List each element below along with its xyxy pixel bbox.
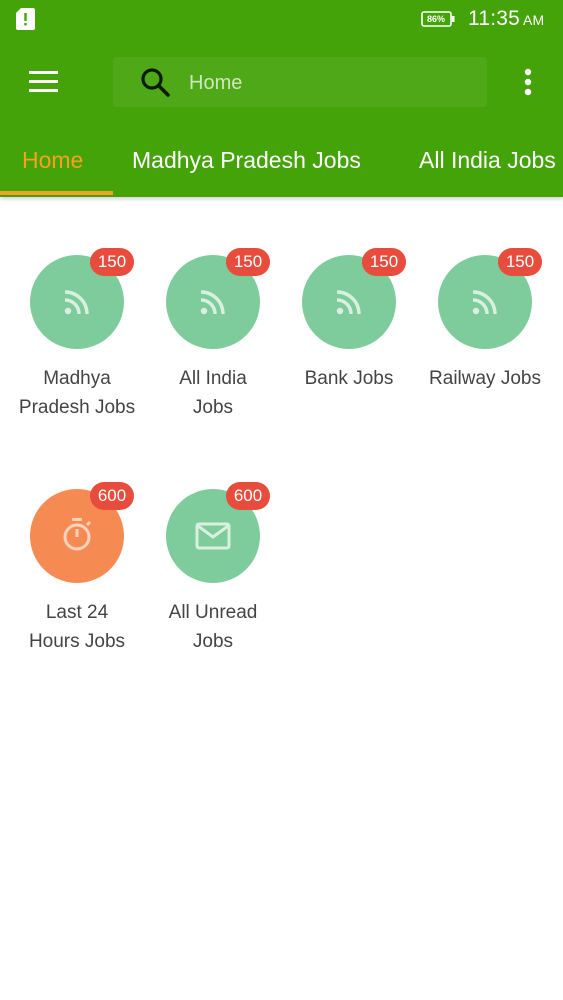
count-badge: 150: [226, 248, 270, 276]
status-bar: 86% 11:35 AM: [0, 0, 563, 40]
search-box[interactable]: [113, 57, 487, 107]
count-badge: 150: [90, 248, 134, 276]
count-badge: 600: [226, 482, 270, 510]
count-badge: 150: [362, 248, 406, 276]
tab-bar: Home Madhya Pradesh Jobs All India Jobs: [0, 128, 563, 197]
count-badge: 600: [90, 482, 134, 510]
rss-feed-icon: [472, 290, 497, 315]
category-bank-jobs[interactable]: 150 Bank Jobs: [281, 248, 417, 428]
tab-home[interactable]: Home: [22, 147, 83, 174]
clock-time: 11:35: [468, 7, 520, 30]
category-label-line1: Last 24: [45, 602, 109, 623]
battery-percent: 86%: [426, 14, 445, 24]
category-label-line1: Madhya: [43, 368, 111, 389]
active-tab-indicator: [0, 191, 113, 195]
search-icon: [141, 68, 170, 97]
more-vert-icon: [524, 68, 532, 96]
hamburger-menu-icon: [29, 71, 58, 92]
category-label-line1: Bank Jobs: [304, 368, 394, 389]
category-label-line1: Railway Jobs: [429, 368, 541, 389]
category-madhya-pradesh-jobs[interactable]: 150 Madhya Pradesh Jobs: [9, 248, 145, 428]
category-label-line2: Pradesh Jobs: [18, 397, 136, 418]
clock: 11:35 AM: [468, 7, 544, 32]
rss-feed-icon: [200, 290, 225, 315]
clock-ampm: AM: [523, 12, 545, 28]
tab-madhya-pradesh-jobs[interactable]: Madhya Pradesh Jobs: [132, 147, 361, 174]
mail-icon: [195, 522, 231, 550]
sim-alert-icon: [16, 8, 35, 30]
category-label-line2: Jobs: [192, 631, 234, 652]
more-options-button[interactable]: [512, 64, 544, 100]
category-all-india-jobs[interactable]: 150 All India Jobs: [145, 248, 281, 428]
category-label-line2: Jobs: [192, 397, 234, 418]
category-all-unread-jobs[interactable]: 600 All Unread Jobs: [145, 482, 281, 662]
rss-feed-icon: [336, 290, 361, 315]
rss-feed-icon: [64, 290, 89, 315]
menu-button[interactable]: [24, 66, 64, 98]
count-badge: 150: [498, 248, 542, 276]
category-label-line1: All India: [179, 368, 247, 389]
search-input[interactable]: [187, 67, 471, 99]
category-last-24-hours-jobs[interactable]: 600 Last 24 Hours Jobs: [9, 482, 145, 662]
timer-icon: [63, 518, 92, 551]
app-bar: 86% 11:35AM Home Madhya Pradesh Jobs All…: [0, 0, 563, 197]
category-label-line2: Hours Jobs: [28, 631, 126, 652]
category-railway-jobs[interactable]: 150 Railway Jobs: [417, 248, 553, 428]
category-label-line1: All Unread: [168, 602, 258, 623]
tab-all-india-jobs[interactable]: All India Jobs: [419, 147, 556, 174]
